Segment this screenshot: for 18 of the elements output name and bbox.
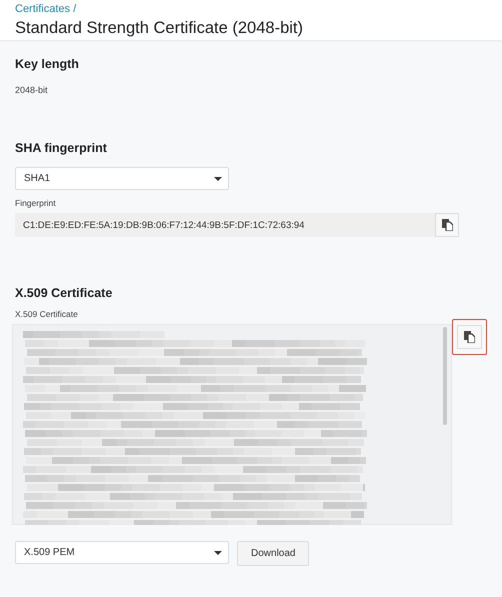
- copy-button[interactable]: [457, 325, 482, 349]
- key-length-value: 2048-bit: [15, 85, 49, 95]
- download-button[interactable]: Download: [237, 541, 310, 566]
- field-label: Fingerprint: [15, 198, 57, 208]
- section-heading: SHA fingerprint: [15, 140, 108, 156]
- copy-button[interactable]: [435, 213, 459, 237]
- copy-icon: [464, 331, 475, 343]
- breadcrumb-link[interactable]: Certificates /: [15, 3, 487, 16]
- format-select[interactable]: X.509 PEM: [15, 541, 229, 564]
- caret-icon: [214, 550, 222, 554]
- fingerprint-field[interactable]: C1:DE:E9:ED:FE:5A:19:DB:9B:06:F7:12:44:9B:5F:DF:1C:72:63:94: [15, 213, 435, 237]
- section-heading: X.509 Certificate: [15, 285, 114, 301]
- page-title: Standard Strength Certificate (2048-bit): [15, 18, 304, 38]
- copy-icon: [442, 219, 452, 231]
- section-heading: Key length: [15, 56, 80, 72]
- field-label: X.509 Certificate: [15, 309, 79, 319]
- caret-icon: [214, 176, 222, 180]
- algorithm-select[interactable]: SHA1: [15, 167, 229, 190]
